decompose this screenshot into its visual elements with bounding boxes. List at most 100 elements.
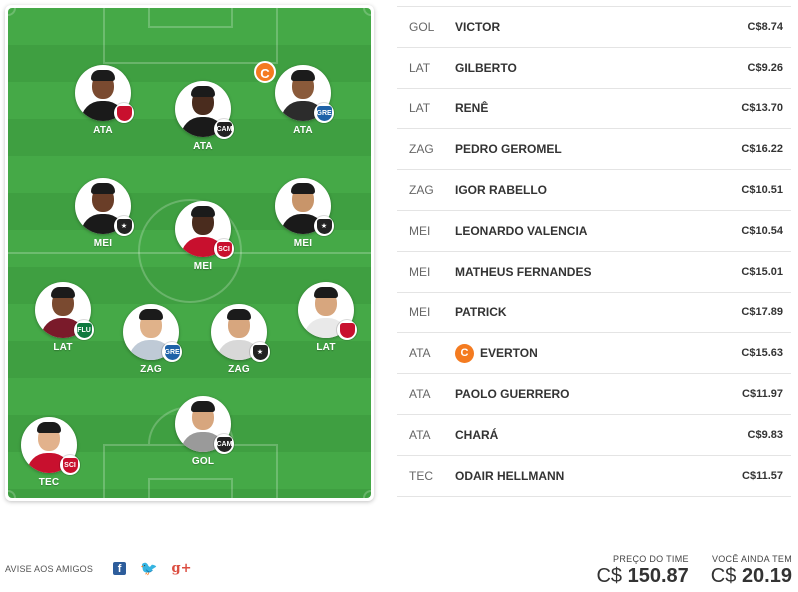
field-card: ATA CAM ATA GRE C ATA ★ MEI SCI MEI ★ MEI FLU LAT GRE Z… (5, 5, 374, 501)
lineup-row[interactable]: LAT RENÊ C$13.70 (397, 89, 791, 130)
club-shield-icon: SCI (60, 455, 80, 475)
player-name-text: VICTOR (455, 19, 501, 34)
goal-area-top (148, 8, 233, 28)
lineup-player-price: C$10.54 (741, 224, 783, 237)
club-shield-icon: ★ (250, 342, 270, 362)
player-position-label: ATA (193, 141, 213, 152)
lineup-player-name: VICTOR (455, 20, 701, 34)
field-player[interactable]: ★ MEI (68, 178, 138, 249)
club-shield-icon: ★ (114, 216, 134, 236)
club-shield-icon: SCI (214, 239, 234, 259)
lineup-row[interactable]: ATA C EVERTON C$15.63 (397, 333, 791, 375)
field-player[interactable]: ★ ZAG (204, 304, 274, 375)
remaining-budget-value: C$ 20.19 (711, 565, 792, 588)
player-position-label: TEC (38, 477, 60, 488)
soccer-field: ATA CAM ATA GRE C ATA ★ MEI SCI MEI ★ MEI FLU LAT GRE Z… (8, 8, 371, 498)
lineup-player-price: C$17.89 (741, 306, 783, 319)
lineup-row[interactable]: ZAG PEDRO GEROMEL C$16.22 (397, 129, 791, 171)
lineup-row[interactable]: ZAG IGOR RABELLO C$10.51 (397, 170, 791, 211)
lineup-row[interactable]: MEI MATHEUS FERNANDES C$15.01 (397, 252, 791, 293)
team-price-number: 150.87 (627, 565, 689, 587)
field-player[interactable]: GRE ZAG (116, 304, 186, 375)
goal-area-bottom (148, 478, 233, 498)
lineup-player-name: C EVERTON (455, 343, 701, 363)
remaining-budget-currency: C$ (710, 565, 737, 587)
lineup-position: TEC (409, 468, 433, 483)
club-shield-icon: FLU (74, 320, 94, 340)
twitter-icon[interactable]: 🐦 (140, 560, 157, 577)
player-name-text: PEDRO GEROMEL (455, 142, 562, 157)
lineup-position: ZAG (409, 142, 434, 157)
lineup-player-name: LEONARDO VALENCIA (455, 224, 701, 238)
field-player[interactable]: CAM ATA (168, 81, 238, 152)
player-name-text: RENÊ (455, 101, 489, 116)
lineup-position: ATA (409, 387, 431, 402)
team-price: PREÇO DO TIME C$ 150.87 (596, 554, 688, 588)
player-position-label: ZAG (140, 364, 162, 375)
lineup-row[interactable]: LAT GILBERTO C$9.26 (397, 48, 791, 89)
field-player[interactable]: ATA (68, 65, 138, 136)
lineup-player-name: CHARÁ (455, 428, 701, 442)
player-name-text: EVERTON (480, 346, 538, 361)
club-shield-icon: GRE (162, 342, 182, 362)
lineup-position: LAT (409, 60, 431, 75)
lineup-player-price: C$15.01 (741, 265, 783, 278)
corner-arc (8, 8, 16, 16)
lineup-row[interactable]: MEI PATRICK C$17.89 (397, 293, 791, 334)
field-player[interactable]: LAT (291, 282, 361, 353)
field-player[interactable]: FLU LAT (28, 282, 98, 353)
lineup-player-price: C$11.97 (742, 388, 783, 401)
player-position-label: ZAG (228, 364, 250, 375)
facebook-icon[interactable]: f (113, 562, 127, 575)
player-name-text: LEONARDO VALENCIA (455, 223, 588, 238)
field-player[interactable]: SCI TEC (14, 417, 84, 488)
google-plus-icon[interactable]: g+ (172, 561, 192, 576)
lineup-position: MEI (409, 305, 431, 320)
lineup-player-name: GILBERTO (455, 61, 701, 75)
lineup-position: ZAG (409, 183, 434, 198)
lineup-player-price: C$11.57 (742, 469, 783, 482)
player-position-label: MEI (193, 261, 213, 272)
lineup-position: ATA (409, 427, 431, 442)
player-name-text: GILBERTO (455, 60, 517, 75)
lineup-row[interactable]: TEC ODAIR HELLMANN C$11.57 (397, 456, 791, 497)
lineup-row[interactable]: MEI LEONARDO VALENCIA C$10.54 (397, 211, 791, 252)
lineup-row[interactable]: ATA PAOLO GUERRERO C$11.97 (397, 374, 791, 415)
corner-arc (363, 8, 371, 16)
field-player[interactable]: ★ MEI (268, 178, 338, 249)
corner-arc (8, 490, 16, 498)
share-bar: AVISE AOS AMIGOS f 🐦 g+ (5, 560, 206, 577)
lineup-list: GOL VICTOR C$8.74 LAT GILBERTO C$9.26 LAT RENÊ C… (397, 6, 791, 497)
captain-badge: C (254, 61, 276, 83)
lineup-player-price: C$15.63 (741, 347, 783, 360)
remaining-budget-number: 20.19 (741, 565, 792, 587)
lineup-player-price: C$16.22 (741, 143, 783, 156)
lineup-player-name: PATRICK (455, 305, 701, 319)
corner-arc (363, 490, 371, 498)
player-position-label: MEI (93, 238, 113, 249)
lineup-position: ATA (409, 346, 431, 361)
field-player[interactable]: CAM GOL (168, 396, 238, 467)
lineup-row[interactable]: GOL VICTOR C$8.74 (397, 7, 791, 48)
field-player[interactable]: SCI MEI (168, 201, 238, 272)
club-shield-icon: GRE (314, 103, 334, 123)
lineup-player-price: C$13.70 (741, 102, 783, 115)
player-position-label: LAT (53, 342, 73, 353)
club-shield-icon (337, 320, 357, 340)
lineup-position: MEI (409, 223, 431, 238)
club-shield-icon: CAM (214, 119, 234, 139)
field-player[interactable]: GRE C ATA (254, 61, 338, 136)
player-position-label: ATA (293, 125, 313, 136)
lineup-player-price: C$8.74 (747, 20, 783, 33)
lineup-position: GOL (409, 19, 435, 34)
share-label: AVISE AOS AMIGOS (5, 563, 94, 574)
player-position-label: LAT (316, 342, 336, 353)
player-name-text: MATHEUS FERNANDES (455, 264, 592, 279)
totals: PREÇO DO TIME C$ 150.87 VOCÊ AINDA TEM C… (596, 554, 792, 588)
lineup-row[interactable]: ATA CHARÁ C$9.83 (397, 415, 791, 456)
lineup-position: LAT (409, 101, 431, 116)
lineup-position: MEI (409, 264, 431, 279)
lineup-player-name: IGOR RABELLO (455, 183, 701, 197)
lineup-player-name: PEDRO GEROMEL (455, 142, 701, 156)
player-name-text: ODAIR HELLMANN (455, 468, 565, 483)
